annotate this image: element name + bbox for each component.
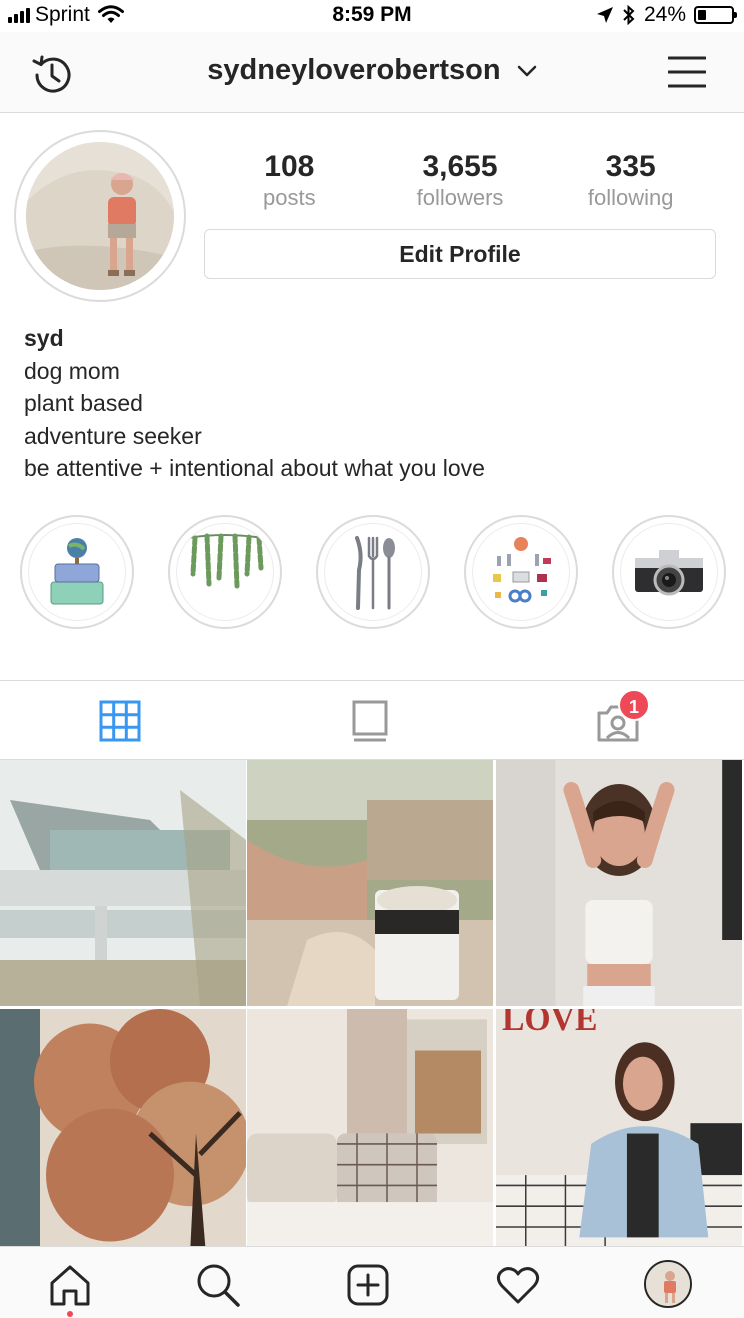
profile-bio: syd dog mom plant based adventure seeker… [24,322,485,485]
battery-level [698,10,706,20]
chevron-down-icon [517,66,536,77]
profile-avatar-ring[interactable] [14,130,186,302]
bio-line: dog mom [24,357,120,384]
battery-percent: 24% [643,3,686,26]
highlight-silverware[interactable] [316,515,430,629]
post-thumbnail-portrait[interactable] [496,760,742,1006]
hamburger-menu-icon[interactable] [668,55,706,89]
post-thumbnail-denim[interactable]: LOVE [496,1009,742,1255]
stat-following[interactable]: 335 following [545,150,716,212]
highlight-climbing-gear[interactable] [464,515,578,629]
activity-heart-icon[interactable] [496,1263,540,1307]
post-thumbnail-tree[interactable] [0,1009,246,1255]
highlight-suitcases[interactable] [20,515,134,629]
grid-tab-icon[interactable] [98,699,142,743]
bio-line: plant based [24,390,143,416]
tagged-tab[interactable]: 1 [596,689,650,743]
account-switcher[interactable]: sydneyloverobertson [0,54,744,87]
highlight-image [28,523,126,621]
highlight-image [472,523,570,621]
profile-avatar-tab[interactable] [644,1260,692,1308]
tagged-count-badge: 1 [618,689,650,721]
new-post-icon[interactable] [346,1263,390,1307]
home-icon[interactable] [48,1263,92,1307]
profile-tabs: 1 [0,680,744,760]
highlight-image [324,523,422,621]
post-thumbnail-building[interactable] [0,760,246,1006]
stat-followers[interactable]: 3,655 followers [375,150,546,212]
active-tab-dot [67,1311,73,1317]
bio-name: syd [24,325,64,351]
bottom-navigation [0,1246,744,1318]
stat-value: 108 [264,150,315,183]
stat-value: 335 [605,150,656,183]
posts-grid: LOVE [0,760,744,1255]
bio-line: be attentive + intentional about what yo… [24,455,485,481]
stat-posts[interactable]: 108 posts [204,150,375,212]
highlight-camera[interactable] [612,515,726,629]
top-navigation-bar: sydneyloverobertson [0,32,744,113]
location-arrow-icon [596,7,613,23]
stat-value: 3,655 [422,150,498,183]
edit-profile-button[interactable]: Edit Profile [204,229,716,279]
post-thumbnail-bed[interactable] [247,1009,493,1255]
battery-icon [694,6,737,24]
profile-picture [26,142,174,290]
highlight-image [620,523,718,621]
status-bar: Sprint 8:59 PM 24% [0,0,744,32]
profile-stats: 108 posts 3,655 followers 335 following [204,150,716,212]
highlight-plants[interactable] [168,515,282,629]
story-highlights [0,515,744,631]
search-icon[interactable] [196,1263,240,1307]
svg-text:LOVE: LOVE [502,1009,598,1038]
stat-label: followers [416,185,504,210]
stat-label: posts [263,185,316,210]
feed-tab-icon[interactable] [348,699,392,743]
bluetooth-icon [623,5,635,25]
highlight-image [176,523,274,621]
bio-line: adventure seeker [24,422,202,449]
stat-label: following [587,185,674,210]
username-title: sydneyloverobertson [207,54,501,86]
status-right: 24% [596,3,737,27]
post-thumbnail-coffee[interactable] [247,760,493,1006]
